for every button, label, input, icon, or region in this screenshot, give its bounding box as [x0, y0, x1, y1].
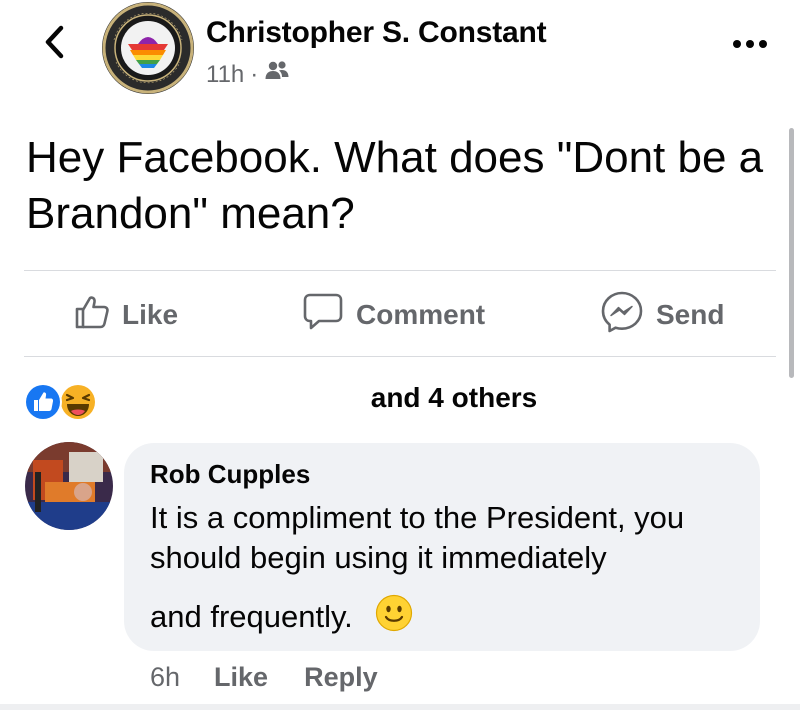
comment-button[interactable]: Comment: [302, 290, 485, 340]
bottom-edge: [0, 704, 800, 710]
comment-label: Comment: [356, 299, 486, 330]
comment-text-last-line: and frequently.: [150, 594, 413, 640]
chevron-left-icon: [43, 25, 65, 64]
author-avatar[interactable]: [100, 0, 196, 96]
comment-icon: [302, 292, 344, 339]
comment-text: It is a compliment to the President, you…: [150, 500, 685, 575]
comment-reply-button[interactable]: Reply: [304, 662, 378, 693]
post-text: Hey Facebook. What does "Dont be a Brand…: [26, 133, 764, 238]
send-label: Send: [656, 299, 725, 330]
comment-actions: 6h Like Reply: [150, 662, 414, 693]
meta-separator: ·: [250, 60, 259, 88]
post-meta: 11h ·: [206, 60, 290, 89]
reactions-text[interactable]: and 4 others: [0, 382, 800, 414]
like-label: Like: [122, 299, 179, 330]
commenter-avatar[interactable]: [25, 442, 113, 530]
comment-like-button[interactable]: Like: [214, 662, 268, 693]
divider-top: [24, 270, 776, 271]
comment-time[interactable]: 6h: [150, 662, 180, 693]
comment-text-end: and frequently.: [150, 599, 353, 634]
slightly-smiling-face-icon: [375, 594, 413, 640]
author-name[interactable]: Christopher S. Constant: [206, 16, 547, 50]
like-button[interactable]: Like: [74, 290, 178, 340]
send-button[interactable]: Send: [600, 290, 724, 340]
post-time[interactable]: 11h: [206, 61, 244, 89]
thumbs-up-icon: [74, 294, 110, 337]
scrollbar[interactable]: [789, 128, 794, 378]
divider-bottom: [24, 356, 776, 357]
friends-icon: [264, 60, 290, 89]
more-options-button[interactable]: [728, 30, 772, 60]
messenger-icon: [600, 290, 644, 341]
back-button[interactable]: [34, 20, 74, 68]
more-horizontal-icon: [732, 36, 768, 54]
comment-author[interactable]: Rob Cupples: [150, 459, 310, 490]
